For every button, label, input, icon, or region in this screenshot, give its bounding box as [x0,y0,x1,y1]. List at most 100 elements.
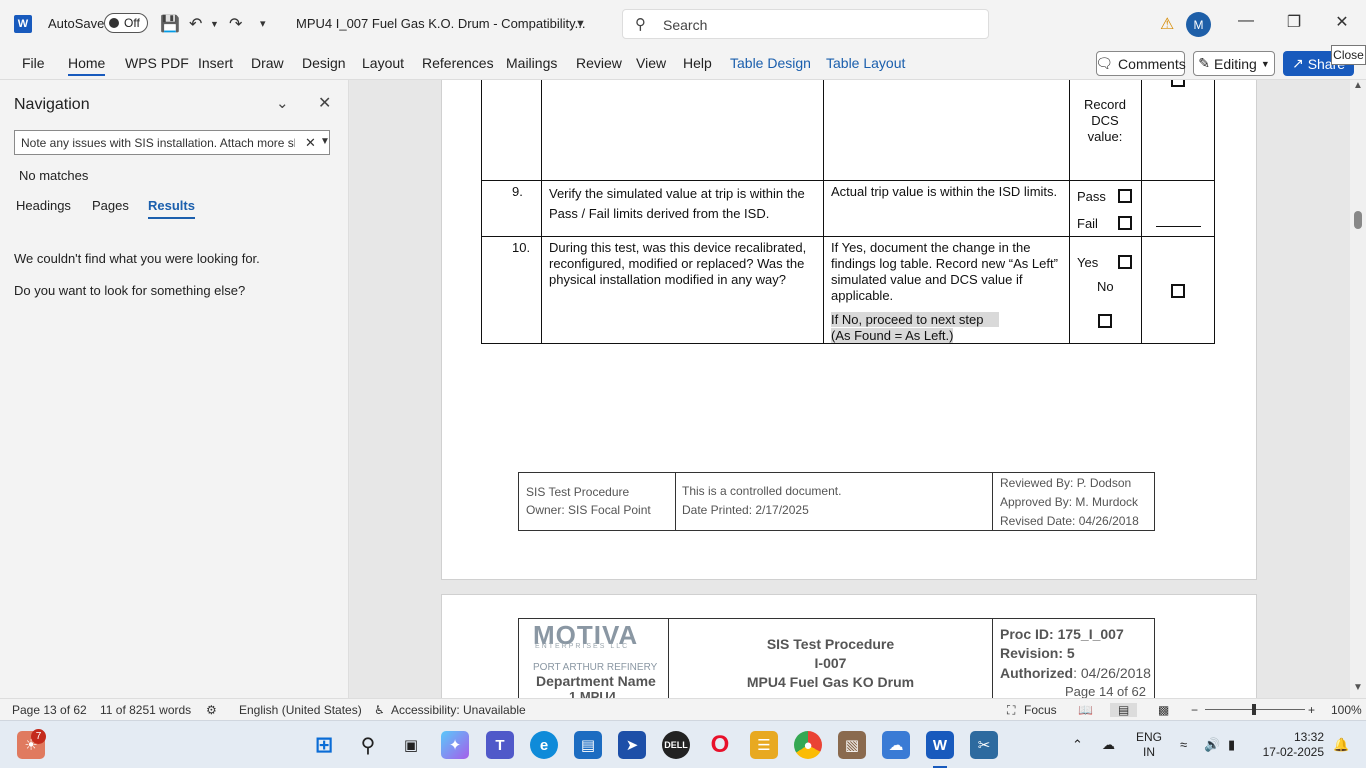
avatar[interactable]: M [1186,12,1211,37]
navigation-pane: Navigation ⌄ ✕ ✕ ▼ No matches Headings P… [0,80,349,698]
tab-mailings[interactable]: Mailings [506,55,557,71]
header-title: I-007 [814,655,847,671]
tab-wps-pdf[interactable]: WPS PDF [125,55,189,71]
tab-home[interactable]: Home [68,55,106,76]
document-area[interactable]: Record DCS value: 9. Verify the simulate… [350,80,1350,698]
table-border [1214,80,1215,344]
maximize-icon[interactable]: ❐ [1279,12,1309,32]
yes-checkbox[interactable] [1118,255,1132,269]
store-icon[interactable]: ▤ [574,731,602,759]
no-matches-text: No matches [19,168,89,183]
volume-icon[interactable]: 🔊 [1204,737,1220,753]
nav-tab-results[interactable]: Results [148,198,195,219]
app-icon[interactable]: ▧ [838,731,866,759]
comments-button[interactable]: 🗨 Comments [1095,51,1186,76]
clock[interactable]: 13:32 17-02-2025 [1263,730,1324,760]
step-number: 10. [512,240,531,255]
teams-icon[interactable]: T [486,731,514,759]
redo-icon[interactable]: ↷ [229,14,242,34]
title-dropdown-icon[interactable]: ▼ [575,18,586,30]
tab-help[interactable]: Help [683,55,712,71]
undo-dropdown-icon[interactable]: ▼ [210,19,219,29]
edge-icon[interactable]: e [530,731,558,759]
accessibility-status[interactable]: Accessibility: Unavailable [391,703,526,717]
nav-tab-headings[interactable]: Headings [16,198,71,213]
no-checkbox[interactable] [1098,314,1112,328]
print-layout-icon[interactable]: ▤ [1110,703,1138,717]
search-icon[interactable]: ⚲ [354,731,382,759]
editing-button[interactable]: ✎ Editing ▼ [1193,51,1275,76]
scroll-thumb[interactable] [1354,211,1362,229]
tab-layout[interactable]: Layout [362,55,404,71]
nav-search-field[interactable]: ✕ ▼ [14,130,330,155]
tab-review[interactable]: Review [576,55,622,71]
save-icon[interactable]: 💾 [160,14,180,34]
search-box[interactable]: ⚲ Search [622,9,989,39]
word-count[interactable]: 11 of 8251 words [100,703,191,717]
focus-button[interactable]: Focus [1024,703,1057,717]
tab-insert[interactable]: Insert [198,55,233,71]
tab-design[interactable]: Design [302,55,346,71]
zoom-out-icon[interactable]: − [1191,703,1198,717]
zoom-in-icon[interactable]: + [1308,703,1315,717]
chevron-down-icon[interactable]: ⌄ [276,94,289,112]
tab-file[interactable]: File [22,55,45,71]
tab-table-design[interactable]: Table Design [730,55,811,71]
tab-draw[interactable]: Draw [251,55,284,71]
web-layout-icon[interactable]: ▩ [1158,703,1169,717]
yes-label: Yes [1077,255,1099,270]
fail-checkbox[interactable] [1118,216,1132,230]
nav-search-input[interactable] [15,131,295,154]
nav-tab-pages[interactable]: Pages [92,198,129,213]
input-language[interactable]: ENG IN [1136,730,1162,760]
tray-chevron-icon[interactable]: ⌃ [1072,737,1083,753]
undo-icon[interactable]: ↶ [189,14,202,34]
zoom-slider-thumb[interactable] [1252,704,1256,715]
copilot-icon[interactable]: ✦ [441,731,469,759]
expected-result: Actual trip value is within the ISD limi… [831,184,1058,199]
read-mode-icon[interactable]: 📖 [1078,703,1093,717]
dell-icon[interactable]: DELL [662,731,690,759]
language[interactable]: English (United States) [239,703,362,717]
vertical-scrollbar[interactable]: ▲ ▼ [1350,80,1366,698]
warning-icon[interactable]: ⚠ [1160,14,1174,34]
page-count[interactable]: Page 13 of 62 [12,703,87,717]
snipping-tool-icon[interactable]: ✂ [970,731,998,759]
notification-icon[interactable]: 🔔 [1333,737,1349,753]
pass-checkbox[interactable] [1118,189,1132,203]
search-placeholder: Search [663,17,708,33]
tab-references[interactable]: References [422,55,494,71]
app-icon[interactable]: ☁ [882,731,910,759]
file-explorer-icon[interactable]: ☰ [750,731,778,759]
checkbox[interactable] [1171,80,1185,87]
vpn-icon[interactable]: ➤ [618,731,646,759]
tab-view[interactable]: View [636,55,666,71]
opera-icon[interactable]: O [706,731,734,759]
header-title: SIS Test Procedure [766,636,895,652]
customize-toolbar-icon[interactable]: ▾ [260,17,266,30]
close-icon[interactable]: ✕ [318,93,331,113]
footer-divider [992,473,993,530]
search-options-icon[interactable]: ▼ [320,136,330,147]
scroll-down-icon[interactable]: ▼ [1353,682,1363,693]
meet-icon[interactable]: ☁ [1102,737,1115,753]
word-taskbar-icon[interactable]: W [926,731,954,759]
zoom-level[interactable]: 100% [1331,703,1362,717]
tab-table-layout[interactable]: Table Layout [826,55,905,71]
scroll-up-icon[interactable]: ▲ [1353,80,1363,91]
autosave-toggle[interactable]: Off [104,13,148,33]
checkbox[interactable] [1171,284,1185,298]
wifi-icon[interactable]: ≈ [1180,737,1187,752]
chrome-icon[interactable]: ● [794,731,822,759]
step-description: Verify the simulated value at trip is wi… [549,186,805,221]
windows-start-icon[interactable]: ⊞ [310,731,338,759]
minimize-icon[interactable]: — [1231,12,1261,30]
authorized: Authorized: 04/26/2018 [1000,665,1151,681]
battery-icon[interactable]: ▮ [1228,737,1235,753]
expected-result: If Yes, document the change in the findi… [831,240,1058,303]
close-icon[interactable]: ✕ [1327,12,1357,32]
task-view-icon[interactable]: ▣ [397,731,425,759]
proofing-icon[interactable]: ⚙ [206,703,217,717]
clear-search-icon[interactable]: ✕ [305,135,316,151]
page-header: MOTIVA ENTERPRISES LLC PORT ARTHUR REFIN… [518,618,1155,698]
